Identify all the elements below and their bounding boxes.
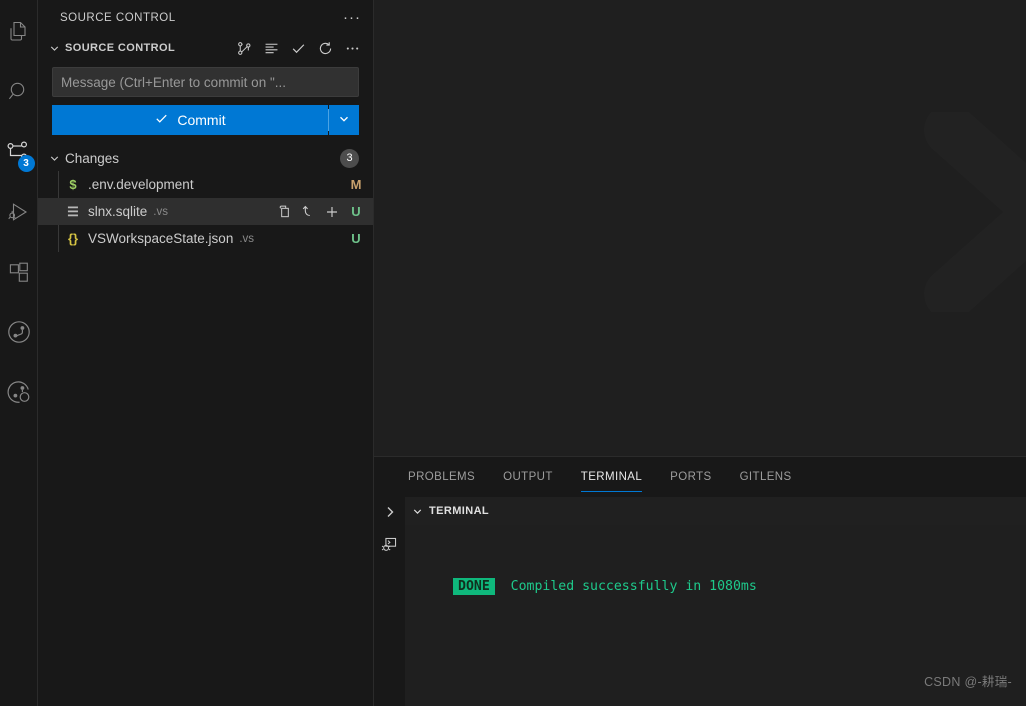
terminal-blank-line-2 xyxy=(453,697,1026,706)
commit-dropdown-button[interactable] xyxy=(329,105,359,135)
activity-item-source-control[interactable]: 3 xyxy=(0,122,38,182)
status-badge: U xyxy=(351,204,361,219)
row-action-group xyxy=(276,204,340,220)
compiled-message-text: Compiled successfully in 1080ms xyxy=(510,579,757,594)
status-badge: M xyxy=(350,177,362,192)
source-control-graph-icon[interactable] xyxy=(235,39,253,57)
terminal-header[interactable]: TERMINAL xyxy=(405,497,1026,525)
view-as-list-icon[interactable] xyxy=(262,39,280,57)
status-badge: U xyxy=(351,231,361,246)
file-path: .vs xyxy=(153,205,168,218)
sidebar: SOURCE CONTROL ··· SOURCE CONTROL Messag… xyxy=(38,0,374,706)
tab-terminal[interactable]: TERMINAL xyxy=(567,457,656,497)
scm-toolbar xyxy=(235,39,365,57)
scm-more-icon[interactable] xyxy=(343,39,361,57)
discard-changes-icon[interactable] xyxy=(300,204,316,220)
file-name: slnx.sqlite xyxy=(88,204,148,219)
run-debug-icon xyxy=(7,200,31,224)
chevron-right-icon[interactable] xyxy=(379,501,401,523)
list-item[interactable]: $ .env.development M xyxy=(38,171,373,198)
search-icon xyxy=(7,80,31,104)
terminal-side-bar xyxy=(374,497,405,706)
sidebar-title: SOURCE CONTROL xyxy=(60,11,176,24)
tab-label: GITLENS xyxy=(739,471,792,483)
scm-section-header[interactable]: SOURCE CONTROL xyxy=(38,35,373,61)
activity-item-extensions[interactable] xyxy=(0,242,38,302)
file-name: VSWorkspaceState.json xyxy=(88,231,234,246)
main-area: PROBLEMS OUTPUT TERMINAL PORTS GITLENS T… xyxy=(374,0,1026,706)
changes-file-list: $ .env.development M ☰ slnx.sqlite .vs U… xyxy=(38,171,373,252)
tab-label: TERMINAL xyxy=(580,471,643,483)
done-badge: DONE xyxy=(453,578,495,595)
tab-problems[interactable]: PROBLEMS xyxy=(394,457,489,497)
file-path: .vs xyxy=(239,232,255,245)
csdn-watermark: CSDN @-耕瑞- xyxy=(924,675,1012,689)
activity-item-gitlens-inspect[interactable] xyxy=(0,362,38,422)
compiled-message xyxy=(495,579,511,594)
chevron-down-icon xyxy=(46,150,62,166)
activity-item-run-and-debug[interactable] xyxy=(0,182,38,242)
commit-button[interactable]: Commit xyxy=(52,105,328,135)
open-file-icon[interactable] xyxy=(276,204,292,220)
tab-label: PROBLEMS xyxy=(408,471,476,483)
sidebar-header: SOURCE CONTROL ··· xyxy=(38,0,373,35)
activity-bar: 3 xyxy=(0,0,38,706)
tab-output[interactable]: OUTPUT xyxy=(489,457,567,497)
bottom-panel: PROBLEMS OUTPUT TERMINAL PORTS GITLENS T… xyxy=(374,456,1026,706)
commit-message-input[interactable] xyxy=(52,67,359,97)
changes-label: Changes xyxy=(65,150,120,166)
activity-item-search[interactable] xyxy=(0,62,38,122)
scm-section-label: SOURCE CONTROL xyxy=(65,42,176,54)
chevron-down-icon xyxy=(337,112,351,129)
chevron-down-icon xyxy=(409,503,425,519)
list-item[interactable]: ☰ slnx.sqlite .vs U xyxy=(38,198,373,225)
vscode-window: 3 SOURCE CONTROL ··· SOURCE CONTROL Mess… xyxy=(0,0,1026,706)
tab-label: PORTS xyxy=(670,471,712,483)
gitlens-inspect-icon xyxy=(6,379,32,405)
files-icon xyxy=(7,20,31,44)
changes-count-badge: 3 xyxy=(340,148,359,168)
env-file-icon: $ xyxy=(69,177,77,192)
sidebar-more-actions-icon[interactable]: ··· xyxy=(341,7,363,29)
terminal-header-label: TERMINAL xyxy=(429,505,490,517)
changes-group-header[interactable]: Changes 3 xyxy=(38,145,373,171)
debug-terminal-icon[interactable] xyxy=(379,533,401,555)
gitlens-icon xyxy=(6,319,32,345)
refresh-icon[interactable] xyxy=(316,39,334,57)
commit-button-label: Commit xyxy=(177,112,226,128)
chevron-right-watermark xyxy=(924,112,1026,312)
json-file-icon: {} xyxy=(67,231,79,246)
file-name: .env.development xyxy=(88,177,194,192)
panel-tab-bar: PROBLEMS OUTPUT TERMINAL PORTS GITLENS xyxy=(374,457,1026,497)
activity-item-gitlens[interactable] xyxy=(0,302,38,362)
commit-check-icon[interactable] xyxy=(289,39,307,57)
commit-button-row: Commit xyxy=(38,97,373,135)
database-file-icon: ☰ xyxy=(67,203,79,219)
empty-editor-area xyxy=(374,0,1026,456)
list-item[interactable]: {} VSWorkspaceState.json .vs U xyxy=(38,225,373,252)
activity-item-explorer[interactable] xyxy=(0,2,38,62)
chevron-down-icon xyxy=(46,40,62,56)
tab-ports[interactable]: PORTS xyxy=(656,457,725,497)
check-icon xyxy=(154,111,169,129)
tab-label: OUTPUT xyxy=(503,471,553,483)
extensions-icon xyxy=(7,260,31,284)
commit-message-wrap xyxy=(38,61,373,97)
stage-changes-icon[interactable] xyxy=(324,204,340,220)
tab-gitlens[interactable]: GITLENS xyxy=(726,457,806,497)
source-control-badge: 3 xyxy=(17,155,35,172)
terminal-line-done: DONE Compiled successfully in 1080ms xyxy=(453,577,1026,597)
